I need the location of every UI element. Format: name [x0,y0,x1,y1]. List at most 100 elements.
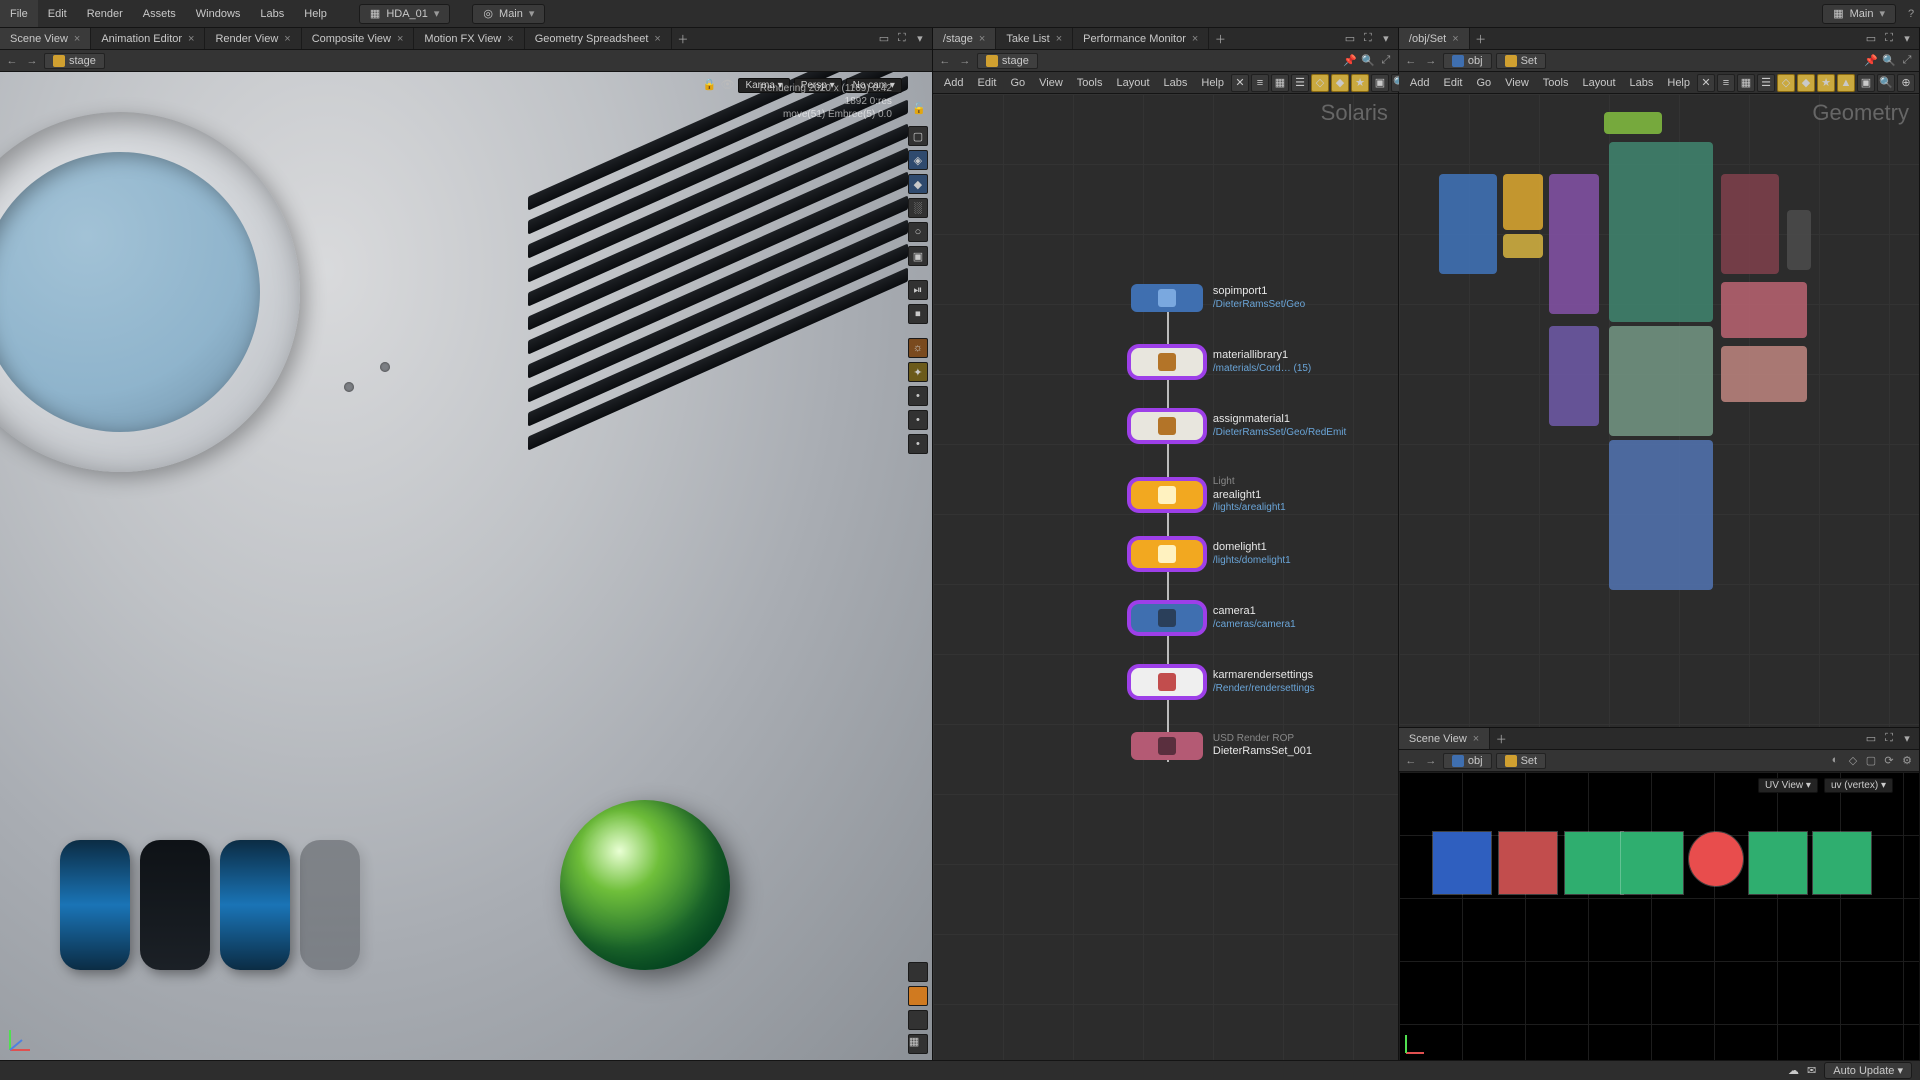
add-tab-button[interactable]: ＋ [1490,728,1512,749]
geometry-network[interactable]: Geometry [1399,94,1919,727]
uv-shell[interactable] [1499,832,1557,894]
menu-edit[interactable]: Edit [38,0,77,27]
netmenu-go[interactable]: Go [1469,77,1498,89]
net-tool-folder[interactable]: ▣ [1857,74,1875,92]
vp-tool-render[interactable]: ◆ [908,174,928,194]
nav-fwd-icon[interactable]: → [957,55,973,67]
desktop-selector-right[interactable]: ▦ Main ▾ [1822,4,1896,24]
net-tool-badge[interactable]: ★ [1351,74,1369,92]
uv-shell[interactable] [1749,832,1807,894]
vp-tool-display[interactable]: ▢ [908,126,928,146]
search-icon[interactable]: 🔍 [1360,54,1376,67]
pin-icon[interactable]: 🔓 [912,102,926,115]
vp-bottom-a[interactable] [908,962,928,982]
stage-network[interactable]: Solaris sopimport1/DieterRamsSet/Geomate… [933,94,1398,1060]
pane-menu-icon[interactable]: ▭ [1342,32,1358,45]
tab-geometry-spreadsheet[interactable]: Geometry Spreadsheet× [525,28,672,49]
tab-animation-editor[interactable]: Animation Editor× [91,28,205,49]
vp-tool-denoise[interactable]: ░ [908,198,928,218]
subnet-box[interactable] [1503,174,1543,230]
close-icon[interactable]: × [1452,33,1458,45]
vp-bottom-b[interactable] [908,986,928,1006]
uv-shell[interactable] [1565,832,1623,894]
desktop-selector-1[interactable]: ▦ HDA_01 ▾ [359,4,451,24]
pane-menu-icon[interactable]: ▭ [876,32,892,45]
uv-viewport[interactable]: UV View ▾ uv (vertex) ▾ [1399,772,1919,1060]
tab-take-list[interactable]: Take List× [996,28,1073,49]
tab-render-view[interactable]: Render View× [205,28,301,49]
nav-back-icon[interactable]: ← [937,55,953,67]
vp-bottom-grid[interactable]: ▦ [908,1034,928,1054]
vp-tool-inspect[interactable]: ◈ [908,150,928,170]
uv-tool-d[interactable]: ⟳ [1881,754,1897,767]
nav-back-icon[interactable]: ← [4,55,20,67]
tab-stage[interactable]: /stage× [933,28,996,49]
expand-icon[interactable]: ⤢ [1899,54,1915,67]
node-camera1[interactable]: camera1/cameras/camera1 [1131,604,1296,632]
nav-back-icon[interactable]: ← [1403,55,1419,67]
menu-labs[interactable]: Labs [250,0,294,27]
close-icon[interactable]: × [284,33,290,45]
netmenu-layout[interactable]: Layout [1575,77,1622,89]
netmenu-help[interactable]: Help [1194,77,1231,89]
pane-menu-icon[interactable]: ▭ [1863,32,1879,45]
path-crumb-stage[interactable]: stage [977,53,1038,69]
tab-scene-view[interactable]: Scene View× [1399,728,1490,749]
subnet-box[interactable] [1721,174,1779,274]
uv-shell[interactable] [1689,832,1743,886]
maximize-icon[interactable]: ⛶ [894,32,910,45]
node-sopimport1[interactable]: sopimport1/DieterRamsSet/Geo [1131,284,1305,312]
netmenu-view[interactable]: View [1498,77,1536,89]
pin-icon[interactable]: 📌 [1863,54,1879,67]
subnet-box[interactable] [1787,210,1811,270]
node-DieterRamsSet_001[interactable]: USD Render ROPDieterRamsSet_001 [1131,732,1312,760]
close-icon[interactable]: × [654,33,660,45]
subnet-box[interactable] [1549,326,1599,426]
net-tool-color[interactable]: ◇ [1311,74,1329,92]
net-tool-wrench[interactable]: ✕ [1697,74,1715,92]
net-tool-find[interactable]: 🔍 [1877,74,1895,92]
net-tool-grid[interactable]: ▦ [1271,74,1289,92]
close-icon[interactable]: × [74,33,80,45]
message-icon[interactable]: ✉ [1807,1064,1816,1077]
close-icon[interactable]: × [1473,733,1479,745]
vp-tool-b[interactable]: • [908,410,928,430]
netmenu-go[interactable]: Go [1003,77,1032,89]
net-tool-shape[interactable]: ◆ [1797,74,1815,92]
nav-back-icon[interactable]: ← [1403,755,1419,767]
pane-options-icon[interactable]: ▾ [1899,32,1915,45]
net-tool-grid[interactable]: ▦ [1737,74,1755,92]
net-tool-shape[interactable]: ◆ [1331,74,1349,92]
net-tool-tree[interactable]: ☰ [1291,74,1309,92]
net-tool-extra[interactable]: ▲ [1837,74,1855,92]
eye-icon[interactable]: 👁 [720,78,734,93]
path-crumb-obj[interactable]: obj [1443,753,1492,769]
uv-shell[interactable] [1621,832,1683,894]
close-icon[interactable]: × [1192,33,1198,45]
expand-icon[interactable]: ⤢ [1378,54,1394,67]
tab-motion-fx-view[interactable]: Motion FX View× [414,28,524,49]
nav-fwd-icon[interactable]: → [1423,755,1439,767]
uv-tool-a[interactable]: ◐ [1827,754,1843,767]
uv-tool-c[interactable]: ▢ [1863,754,1879,767]
netmenu-add[interactable]: Add [937,77,971,89]
nav-fwd-icon[interactable]: → [1423,55,1439,67]
maximize-icon[interactable]: ⛶ [1360,32,1376,45]
vp-tool-light[interactable]: ☼ [908,338,928,358]
subnet-box[interactable] [1439,174,1497,274]
pane-menu-icon[interactable]: ▭ [1863,732,1879,745]
node-domelight1[interactable]: domelight1/lights/domelight1 [1131,540,1291,568]
vp-bottom-c[interactable] [908,1010,928,1030]
add-tab-button[interactable]: ＋ [1209,28,1231,49]
netmenu-layout[interactable]: Layout [1109,77,1156,89]
vp-tool-a[interactable]: • [908,386,928,406]
subnet-box[interactable] [1549,174,1599,314]
help-icon[interactable]: ? [1902,8,1920,20]
vp-tool-fx[interactable]: ✦ [908,362,928,382]
vp-tool-pause[interactable]: ⏯ [908,280,928,300]
netmenu-help[interactable]: Help [1660,77,1697,89]
netmenu-tools[interactable]: Tools [1536,77,1576,89]
node-materiallibrary1[interactable]: materiallibrary1/materials/Cord… (15) [1131,348,1311,376]
uv-tool-e[interactable]: ⚙ [1899,754,1915,767]
vp-tool-null[interactable]: ○ [908,222,928,242]
